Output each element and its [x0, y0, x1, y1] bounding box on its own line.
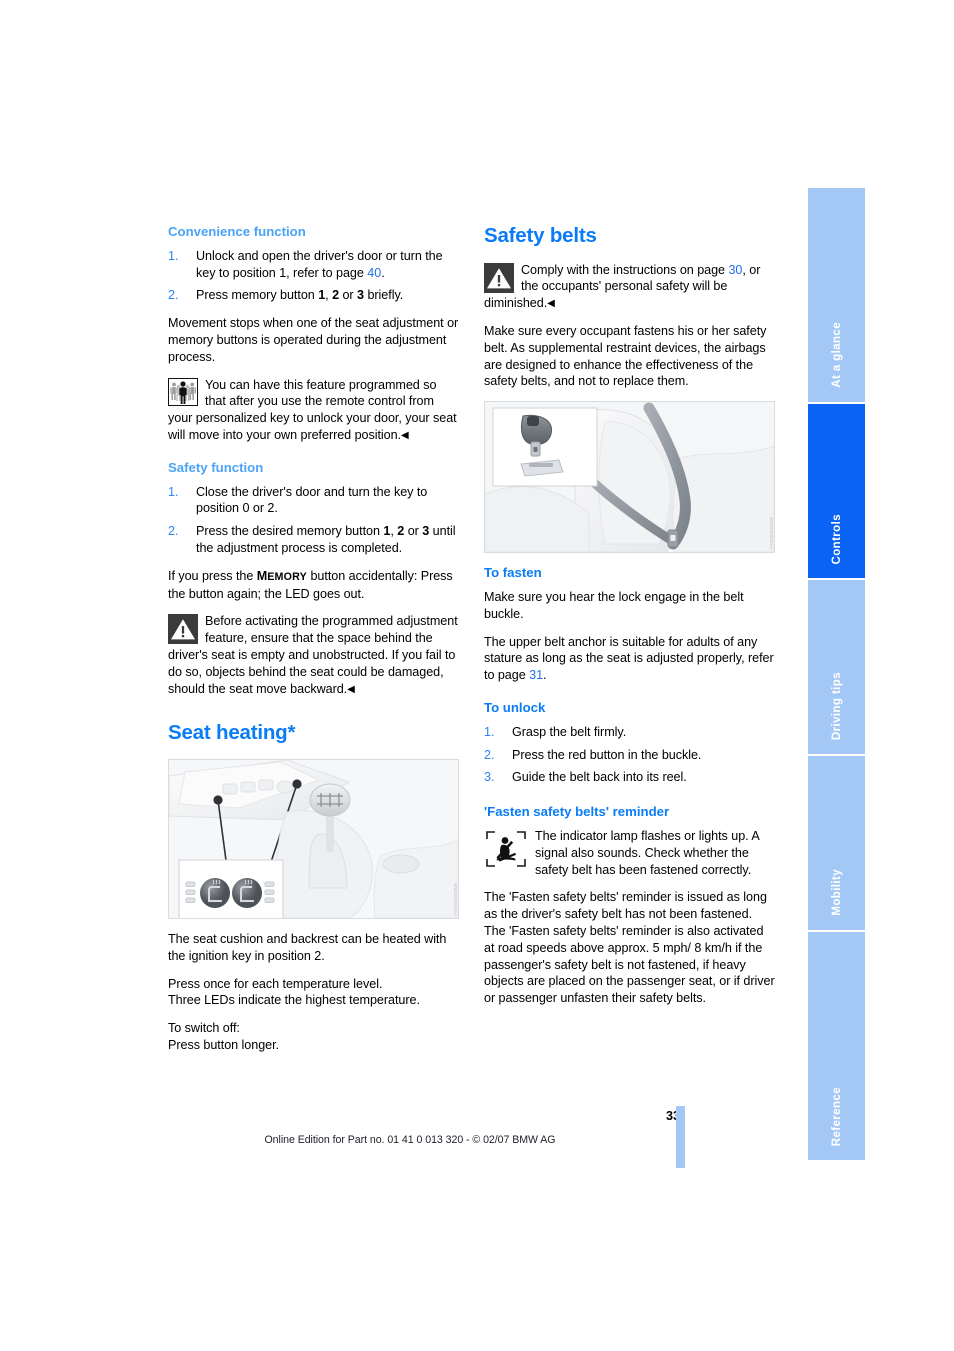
step-text: Guide the belt back into its reel.	[512, 770, 687, 785]
accidental-text-lead: If you press the	[168, 568, 257, 583]
manual-page: At a glance Controls Driving tips Mobili…	[0, 0, 954, 1351]
step-number: 2.	[168, 524, 179, 539]
step-number: 1.	[168, 484, 179, 499]
section-tab-strip: At a glance Controls Driving tips Mobili…	[808, 188, 865, 1160]
warning-note-text-block: Before activating the programmed adjustm…	[168, 613, 459, 697]
heading-safety-function: Safety function	[168, 459, 264, 475]
list-item: 2. Press memory button 1, 2 or 3 briefly.	[168, 287, 459, 304]
end-of-note-marker: ◀	[547, 298, 555, 310]
seatbelt-reminder-paragraph: The 'Fasten safety belts' reminder is is…	[484, 890, 775, 1006]
note-personal-program-text: You can have this feature programmed so …	[168, 377, 459, 444]
step-text-tail: briefly.	[364, 288, 404, 303]
step-number: 1.	[168, 248, 179, 263]
to-fasten-text-lead: The upper belt anchor is suitable for ad…	[484, 634, 774, 683]
safety-function-steps-list: 1. Close the driver's door and turn the k…	[168, 484, 459, 557]
note-personal-program: You can have this feature programmed so …	[168, 377, 459, 444]
tab-at-a-glance[interactable]: At a glance	[808, 188, 865, 402]
to-fasten-paragraph-1: Make sure you hear the lock engage in th…	[484, 589, 744, 621]
page-reference-link[interactable]: 30	[728, 263, 742, 277]
step-text: Unlock and open the driver's door or tur…	[196, 248, 443, 280]
right-column: Safety belts Comply with the instruction…	[484, 224, 775, 1018]
warning-text-lead: Comply with the instructions on page	[521, 262, 729, 277]
step-text: Press memory button	[196, 288, 319, 303]
warning-note-text: Before activating the programmed adjustm…	[168, 614, 458, 696]
memory-button-3: 3	[357, 288, 364, 303]
list-item: 1. Unlock and open the driver's door or t…	[168, 248, 459, 282]
tab-driving-tips-label: Driving tips	[830, 671, 843, 740]
to-unlock-steps-list: 1. Grasp the belt firmly. 2. Press the red…	[484, 724, 775, 786]
note-text: You can have this feature programmed so …	[168, 377, 457, 443]
convenience-steps-list: 1. Unlock and open the driver's door or t…	[168, 248, 459, 304]
end-of-note-marker: ◀	[401, 430, 409, 442]
to-fasten-paragraph-2: The upper belt anchor is suitable for ad…	[484, 634, 775, 684]
tab-driving-tips[interactable]: Driving tips	[808, 580, 865, 754]
list-item: 1. Close the driver's door and turn the k…	[168, 484, 459, 518]
warning-triangle-icon	[484, 262, 514, 293]
tab-controls[interactable]: Controls	[808, 404, 865, 578]
left-column: Convenience function 1. Unlock and open t…	[168, 224, 459, 1065]
step-number: 3.	[484, 770, 495, 785]
list-item: 2. Press the desired memory button 1, 2 o…	[168, 523, 459, 557]
seat-heating-paragraph-2: Press once for each temperature level. T…	[168, 976, 420, 1008]
memory-word-initial: M	[256, 568, 268, 583]
tab-mobility[interactable]: Mobility	[808, 756, 865, 930]
heading-fasten-safety-belts-reminder: 'Fasten safety belts' reminder	[484, 804, 670, 820]
step-sep: or	[339, 288, 358, 303]
footer-copyright: Online Edition for Part no. 01 41 0 013 …	[0, 1134, 954, 1146]
figure-seat-heating: WW0000000AA	[168, 758, 459, 919]
heading-to-fasten: To fasten	[484, 565, 542, 581]
seat-heating-paragraph-3: To switch off: Press button longer.	[168, 1021, 280, 1052]
figure-watermark: WW0000000AA	[453, 882, 458, 916]
figure-watermark: WW0000000AA	[769, 517, 774, 551]
step-number: 2.	[168, 288, 179, 303]
step-text: Close the driver's door and turn the key…	[196, 484, 428, 516]
footer-copyright-text: Online Edition for Part no. 01 41 0 013 …	[264, 1134, 556, 1146]
warning-note-safety-belts: Comply with the instructions on page 30,…	[484, 262, 775, 312]
safety-belts-warning-text-block: Comply with the instructions on page 30,…	[484, 262, 775, 312]
seatbelt-warning-lamp-icon	[484, 829, 528, 870]
note-seatbelt-reminder: The indicator lamp flashes or lights up.…	[484, 828, 775, 878]
page-number: 33	[665, 1109, 680, 1123]
step-number: 1.	[484, 724, 495, 739]
heading-seat-heating: Seat heating*	[168, 721, 296, 745]
list-item: 1. Grasp the belt firmly.	[484, 724, 775, 741]
end-of-note-marker: ◀	[347, 683, 355, 695]
step-number: 2.	[484, 747, 495, 762]
memory-word-smallcaps: EMORY	[267, 570, 308, 583]
list-item: 3. Guide the belt back into its reel.	[484, 769, 775, 786]
figure-safety-belt: WW0000000AA	[484, 401, 775, 554]
step-text: Press the red button in the buckle.	[512, 747, 702, 762]
heading-to-unlock: To unlock	[484, 699, 546, 715]
heading-safety-belts: Safety belts	[484, 224, 597, 247]
memory-accidental-paragraph: If you press the MEMORY button accidenta…	[168, 568, 459, 603]
page-reference-link[interactable]: 31	[529, 668, 543, 682]
seat-heating-paragraph-1: The seat cushion and backrest can be hea…	[168, 931, 447, 963]
tab-reference[interactable]: Reference	[808, 932, 865, 1160]
to-fasten-text-tail: .	[543, 668, 547, 683]
step-sep: or	[404, 524, 423, 539]
safety-belts-paragraph: Make sure every occupant fastens his or …	[484, 323, 767, 389]
warning-triangle-icon	[168, 614, 198, 645]
tab-controls-label: Controls	[830, 513, 843, 564]
page-reference-link[interactable]: 40	[367, 266, 381, 280]
tab-at-a-glance-label: At a glance	[830, 322, 843, 388]
memory-button-2: 2	[332, 288, 340, 303]
convenience-paragraph: Movement stops when one of the seat adju…	[168, 316, 459, 364]
heading-convenience-function: Convenience function	[168, 224, 306, 239]
step-text: Press the desired memory button	[196, 524, 384, 539]
tab-mobility-label: Mobility	[830, 869, 843, 916]
step-text-tail: .	[381, 265, 385, 280]
step-text: Grasp the belt firmly.	[512, 724, 627, 739]
personal-program-icon	[168, 377, 198, 408]
warning-note-programmed-adjustment: Before activating the programmed adjustm…	[168, 613, 459, 697]
list-item: 2. Press the red button in the buckle.	[484, 747, 775, 764]
